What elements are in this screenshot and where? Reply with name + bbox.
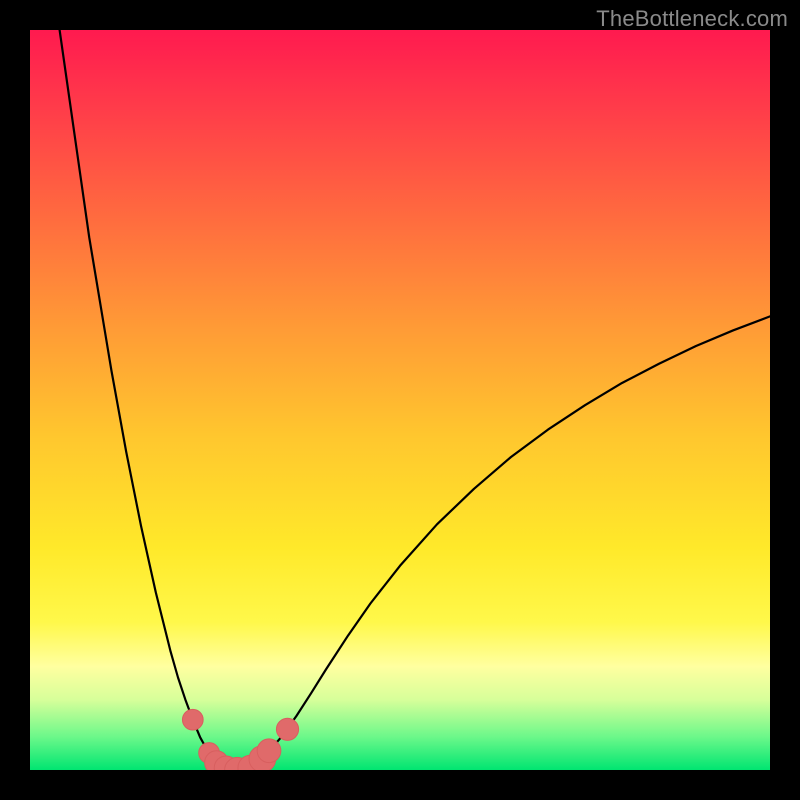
watermark-text: TheBottleneck.com	[596, 6, 788, 32]
marker-dot	[276, 718, 298, 740]
marker-dot	[257, 739, 281, 763]
curve-markers	[182, 709, 298, 770]
plot-area	[30, 30, 770, 770]
chart-frame: TheBottleneck.com	[0, 0, 800, 800]
marker-dot	[182, 709, 203, 730]
bottleneck-curve	[60, 30, 770, 770]
chart-overlay	[30, 30, 770, 770]
